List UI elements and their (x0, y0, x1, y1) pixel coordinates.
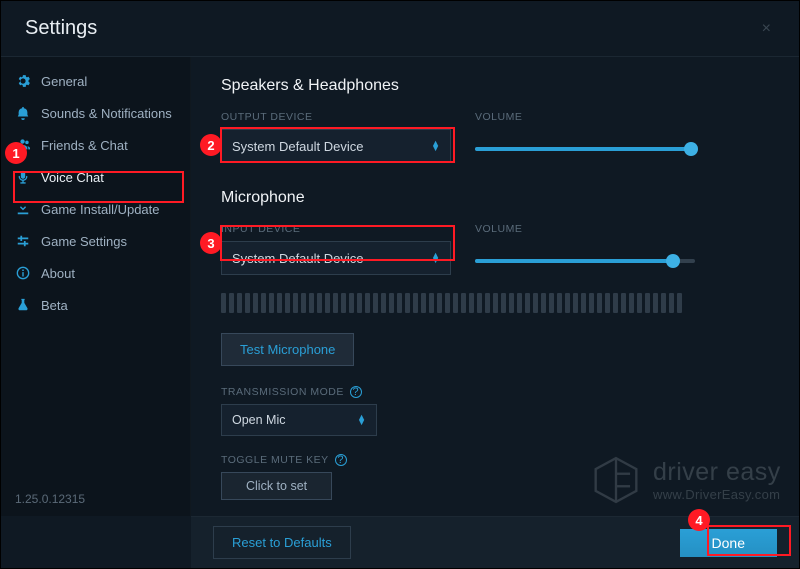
footer: Reset to Defaults Done (191, 516, 799, 568)
sidebar-list: General Sounds & Notifications Friends &… (1, 57, 190, 482)
watermark-logo-icon (591, 455, 641, 505)
bell-icon (15, 105, 31, 121)
transmission-mode-select[interactable]: Open Mic ▲▼ (221, 404, 377, 436)
people-icon (15, 137, 31, 153)
sidebar-item-label: Game Settings (41, 234, 176, 249)
reset-defaults-button[interactable]: Reset to Defaults (213, 526, 351, 559)
body: General Sounds & Notifications Friends &… (1, 57, 799, 516)
sliders-icon (15, 233, 31, 249)
input-device-value: System Default Device (232, 251, 364, 266)
speakers-row: OUTPUT DEVICE System Default Device ▲▼ V… (221, 111, 769, 163)
done-button[interactable]: Done (680, 529, 777, 557)
chevron-updown-icon: ▲▼ (431, 141, 440, 152)
transmission-mode-label: TRANSMISSION MODE ? (221, 386, 769, 398)
version-text: 1.25.0.12315 (1, 482, 190, 516)
chevron-updown-icon: ▲▼ (431, 253, 440, 264)
watermark-title: driver easy (653, 458, 781, 487)
info-icon (15, 265, 31, 281)
page-title: Settings (25, 17, 97, 40)
download-icon (15, 201, 31, 217)
help-icon[interactable]: ? (350, 386, 362, 398)
sidebar: General Sounds & Notifications Friends &… (1, 57, 191, 516)
microphone-volume-slider[interactable] (475, 259, 695, 263)
microphone-row: INPUT DEVICE System Default Device ▲▼ VO… (221, 223, 769, 275)
speakers-volume-label: VOLUME (475, 111, 769, 123)
section-microphone-title: Microphone (221, 189, 769, 207)
titlebar: Settings × (1, 1, 799, 57)
mic-icon (15, 169, 31, 185)
input-device-select[interactable]: System Default Device ▲▼ (221, 241, 451, 275)
transmission-mode-value: Open Mic (232, 413, 286, 427)
watermark: driver easy www.DriverEasy.com (591, 455, 781, 505)
sidebar-item-label: General (41, 74, 176, 89)
sidebar-item-voice-chat[interactable]: Voice Chat (1, 161, 190, 193)
sidebar-item-label: Beta (41, 298, 176, 313)
close-icon[interactable]: × (758, 16, 775, 42)
sidebar-item-sounds[interactable]: Sounds & Notifications (1, 97, 190, 129)
sidebar-item-game-install[interactable]: Game Install/Update (1, 193, 190, 225)
mic-level-meter (221, 293, 769, 313)
sidebar-item-general[interactable]: General (1, 65, 190, 97)
content: Speakers & Headphones OUTPUT DEVICE Syst… (191, 57, 799, 516)
output-device-select[interactable]: System Default Device ▲▼ (221, 129, 451, 163)
speakers-volume-slider[interactable] (475, 147, 695, 151)
section-speakers-title: Speakers & Headphones (221, 77, 769, 95)
sidebar-item-label: Friends & Chat (41, 138, 176, 153)
sidebar-item-label: Voice Chat (41, 170, 176, 185)
sidebar-item-about[interactable]: About (1, 257, 190, 289)
toggle-mute-key-button[interactable]: Click to set (221, 472, 332, 500)
help-icon[interactable]: ? (335, 454, 347, 466)
chevron-updown-icon: ▲▼ (357, 415, 366, 426)
sidebar-item-label: Sounds & Notifications (41, 106, 176, 121)
test-microphone-button[interactable]: Test Microphone (221, 333, 354, 366)
output-device-label: OUTPUT DEVICE (221, 111, 451, 123)
output-device-value: System Default Device (232, 139, 364, 154)
sidebar-item-label: Game Install/Update (41, 202, 176, 217)
settings-window: Settings × General Sounds & Notification… (0, 0, 800, 569)
watermark-sub: www.DriverEasy.com (653, 487, 781, 502)
sidebar-item-label: About (41, 266, 176, 281)
sidebar-item-friends[interactable]: Friends & Chat (1, 129, 190, 161)
input-device-label: INPUT DEVICE (221, 223, 451, 235)
microphone-volume-label: VOLUME (475, 223, 769, 235)
gear-icon (15, 73, 31, 89)
beaker-icon (15, 297, 31, 313)
sidebar-item-game-settings[interactable]: Game Settings (1, 225, 190, 257)
sidebar-item-beta[interactable]: Beta (1, 289, 190, 321)
